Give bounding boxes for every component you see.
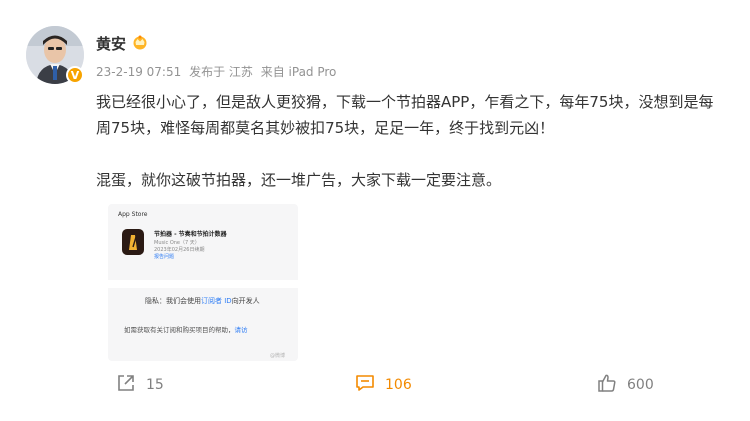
post-source: 来自 iPad Pro bbox=[260, 65, 337, 79]
privacy-suffix: 向开发人 bbox=[231, 297, 260, 305]
post-time[interactable]: 23-2-19 07:51 bbox=[96, 65, 181, 79]
help-line: 如需获取有关订阅和购买项目的帮助，请访 bbox=[124, 324, 248, 334]
post-paragraph-2: 混蛋，就你这破节拍器，还一堆广告，大家下载一定要注意。 bbox=[96, 171, 502, 189]
verified-badge-icon: V bbox=[66, 66, 84, 84]
like-button[interactable]: 600 bbox=[597, 374, 654, 396]
post-image[interactable]: App Store 节拍器 - 节奏和节拍计数器 Music One（7 天） … bbox=[108, 204, 298, 361]
post-paragraph-1: 我已经很小心了，但是敌人更狡猾，下载一个节拍器APP，乍看之下，每年75块，没想… bbox=[96, 93, 714, 137]
share-count: 15 bbox=[146, 377, 164, 393]
weibo-post-card: V 黄安 23-2-19 07:51 发布于 江苏 来自 iPad Pro 我已… bbox=[0, 0, 750, 421]
help-text: 如需获取有关订阅和购买项目的帮助， bbox=[124, 326, 235, 334]
app-store-label: App Store bbox=[118, 211, 148, 218]
app-subscription: Music One（7 天） bbox=[154, 240, 200, 246]
app-renew-date: 2023年02月26日续期 bbox=[154, 247, 205, 253]
app-title: 节拍器 - 节奏和节拍计数器 bbox=[154, 231, 227, 238]
share-icon bbox=[116, 373, 136, 397]
comment-button[interactable]: 106 bbox=[355, 374, 412, 396]
metronome-app-icon bbox=[122, 229, 144, 255]
crown-badge-icon[interactable] bbox=[132, 34, 148, 54]
thumbs-up-icon bbox=[597, 373, 617, 397]
post-meta: 23-2-19 07:51 发布于 江苏 来自 iPad Pro bbox=[96, 63, 340, 80]
help-link: 请访 bbox=[234, 326, 248, 334]
app-report-link: 报告问题 bbox=[154, 254, 175, 260]
like-count: 600 bbox=[627, 377, 654, 393]
privacy-link: 订阅者 ID bbox=[201, 297, 232, 305]
image-watermark: @微博 bbox=[270, 353, 286, 359]
author-name[interactable]: 黄安 bbox=[96, 33, 126, 54]
image-divider bbox=[108, 280, 298, 288]
comment-icon bbox=[355, 373, 375, 397]
post-text: 我已经很小心了，但是敌人更狡猾，下载一个节拍器APP，乍看之下，每年75块，没想… bbox=[96, 89, 726, 193]
comment-count: 106 bbox=[385, 377, 412, 393]
privacy-prefix: 隐私：我们会使用 bbox=[145, 297, 201, 305]
post-location: 发布于 江苏 bbox=[189, 65, 253, 79]
share-button[interactable]: 15 bbox=[116, 374, 164, 396]
privacy-line: 隐私：我们会使用订阅者 ID向开发人 bbox=[145, 296, 260, 306]
